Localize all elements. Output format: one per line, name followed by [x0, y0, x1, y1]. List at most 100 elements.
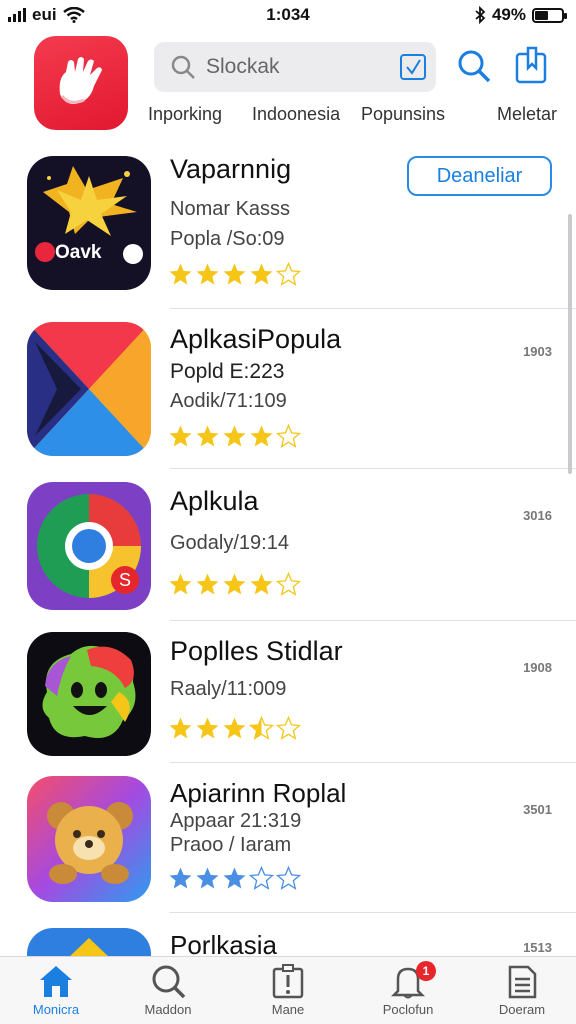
search-icon: [171, 55, 195, 79]
tab-label: Poclofun: [382, 1002, 434, 1017]
app-icon: [27, 776, 151, 902]
header: Inporking Indoonesia Popunsins Meletar: [0, 34, 576, 144]
category-tab[interactable]: Indoonesia: [252, 104, 340, 125]
game-star-icon: [35, 166, 143, 264]
edit-icon[interactable]: [398, 52, 428, 82]
document-icon: [508, 965, 537, 999]
status-bar: eui 1:034 49%: [0, 0, 576, 30]
star-icon: [196, 425, 219, 447]
tab-documents[interactable]: Doeram: [472, 963, 572, 1017]
category-tab[interactable]: Popunsins: [361, 104, 445, 125]
divider: [170, 762, 576, 763]
tab-alerts[interactable]: Mane: [238, 963, 338, 1017]
tab-label: Monicra: [32, 1002, 80, 1017]
divider: [170, 620, 576, 621]
star-icon: [196, 867, 219, 889]
rating-stars: [168, 716, 301, 741]
category-tabs: Inporking Indoonesia Popunsins Meletar: [0, 100, 576, 130]
star-icon: [196, 573, 219, 595]
browser-logo-icon: S: [27, 482, 151, 610]
rating-stars: [168, 424, 301, 449]
star-icon: [223, 425, 246, 447]
app-subtitle: Aodik/71:109: [170, 390, 287, 412]
app-meta: 1513: [523, 940, 552, 955]
share-icon[interactable]: [514, 46, 550, 84]
app-subtitle: Popld E:223: [170, 360, 285, 383]
app-subtitle: Praoo / Iaram: [170, 834, 292, 856]
alert-icon: [272, 964, 304, 999]
list-item[interactable]: S Aplkula Godaly/19:14 3016: [0, 474, 576, 621]
star-icon: [169, 573, 192, 595]
star-icon: [223, 263, 246, 285]
app-meta: 3016: [523, 508, 552, 523]
star-icon: [276, 866, 301, 890]
search-icon: [152, 965, 186, 999]
tab-notifications[interactable]: 1 Poclofun: [358, 961, 458, 1017]
rating-stars: [168, 262, 301, 287]
search-input[interactable]: [206, 55, 406, 79]
star-icon: [196, 263, 219, 285]
battery-icon: [532, 7, 567, 23]
app-icon-text: Oavk: [55, 242, 102, 263]
rating-stars: [168, 866, 301, 891]
app-subtitle: Raaly/11:009: [170, 678, 287, 700]
star-icon: [169, 867, 192, 889]
star-icon: [249, 866, 274, 890]
search-bar[interactable]: [154, 42, 436, 92]
list-item[interactable]: AplkasiPopula Popld E:223 Aodik/71:109 1…: [0, 310, 576, 470]
star-icon: [276, 424, 301, 448]
install-button[interactable]: Deaneliar: [407, 156, 552, 196]
chevron-logo-icon: [27, 322, 151, 456]
search-button-icon[interactable]: [456, 48, 492, 84]
tab-bar: Monicra Maddon Mane 1 Poclofun Doeram: [0, 956, 576, 1024]
divider: [170, 468, 576, 469]
list-item[interactable]: Apiarinn Roplal Appaar 21:319 Praoo / Ia…: [0, 768, 576, 918]
star-icon: [223, 867, 246, 889]
app-title: Poplles Stidlar: [170, 636, 343, 666]
app-subtitle: Godaly/19:14: [170, 532, 289, 554]
tab-label: Mane: [271, 1002, 305, 1017]
star-icon: [276, 716, 301, 740]
home-icon: [40, 966, 72, 997]
scrollbar[interactable]: [568, 214, 572, 474]
app-subtitle: Popla /So:09: [170, 228, 285, 250]
app-meta: 1908: [523, 660, 552, 675]
star-icon: [196, 717, 219, 739]
divider: [170, 912, 576, 913]
app-subtitle: Nomar Kasss: [170, 198, 291, 220]
app-subtitle: Appaar 21:319: [170, 810, 302, 832]
star-icon: [276, 262, 301, 286]
tab-home[interactable]: Monicra: [6, 963, 106, 1017]
battery-percent: 49%: [491, 5, 526, 24]
star-icon: [223, 573, 246, 595]
app-icon: S: [27, 482, 151, 610]
category-tab[interactable]: Meletar: [497, 104, 557, 125]
smiley-logo-icon: [27, 632, 151, 756]
star-icon: [250, 425, 273, 447]
star-icon: [169, 717, 192, 739]
star-icon: [250, 263, 273, 285]
app-title: Apiarinn Roplal: [170, 778, 347, 808]
star-icon: [169, 263, 192, 285]
bear-logo-icon: [27, 776, 151, 902]
app-title: AplkasiPopula: [170, 324, 342, 354]
star-icon: [249, 716, 274, 740]
star-icon: [250, 573, 273, 595]
app-meta: 1903: [523, 344, 552, 359]
bluetooth-icon: [475, 6, 486, 24]
app-icon: [27, 322, 151, 456]
divider: [170, 308, 576, 309]
svg-text:S: S: [119, 570, 131, 590]
list-item[interactable]: Poplles Stidlar Raaly/11:009 1908: [0, 624, 576, 764]
list-item[interactable]: Oavk Vaparnnig Nomar Kasss Popla /So:09 …: [0, 154, 576, 309]
star-icon: [276, 572, 301, 596]
star-icon: [223, 717, 246, 739]
tab-label: Doeram: [498, 1002, 546, 1017]
app-title: Vaparnnig: [170, 154, 292, 184]
app-icon: Oavk: [27, 156, 151, 290]
tab-search[interactable]: Maddon: [118, 963, 218, 1017]
rating-stars: [168, 572, 301, 597]
notification-badge: 1: [416, 961, 436, 981]
category-tab[interactable]: Inporking: [148, 104, 222, 125]
tab-label: Maddon: [144, 1002, 192, 1017]
